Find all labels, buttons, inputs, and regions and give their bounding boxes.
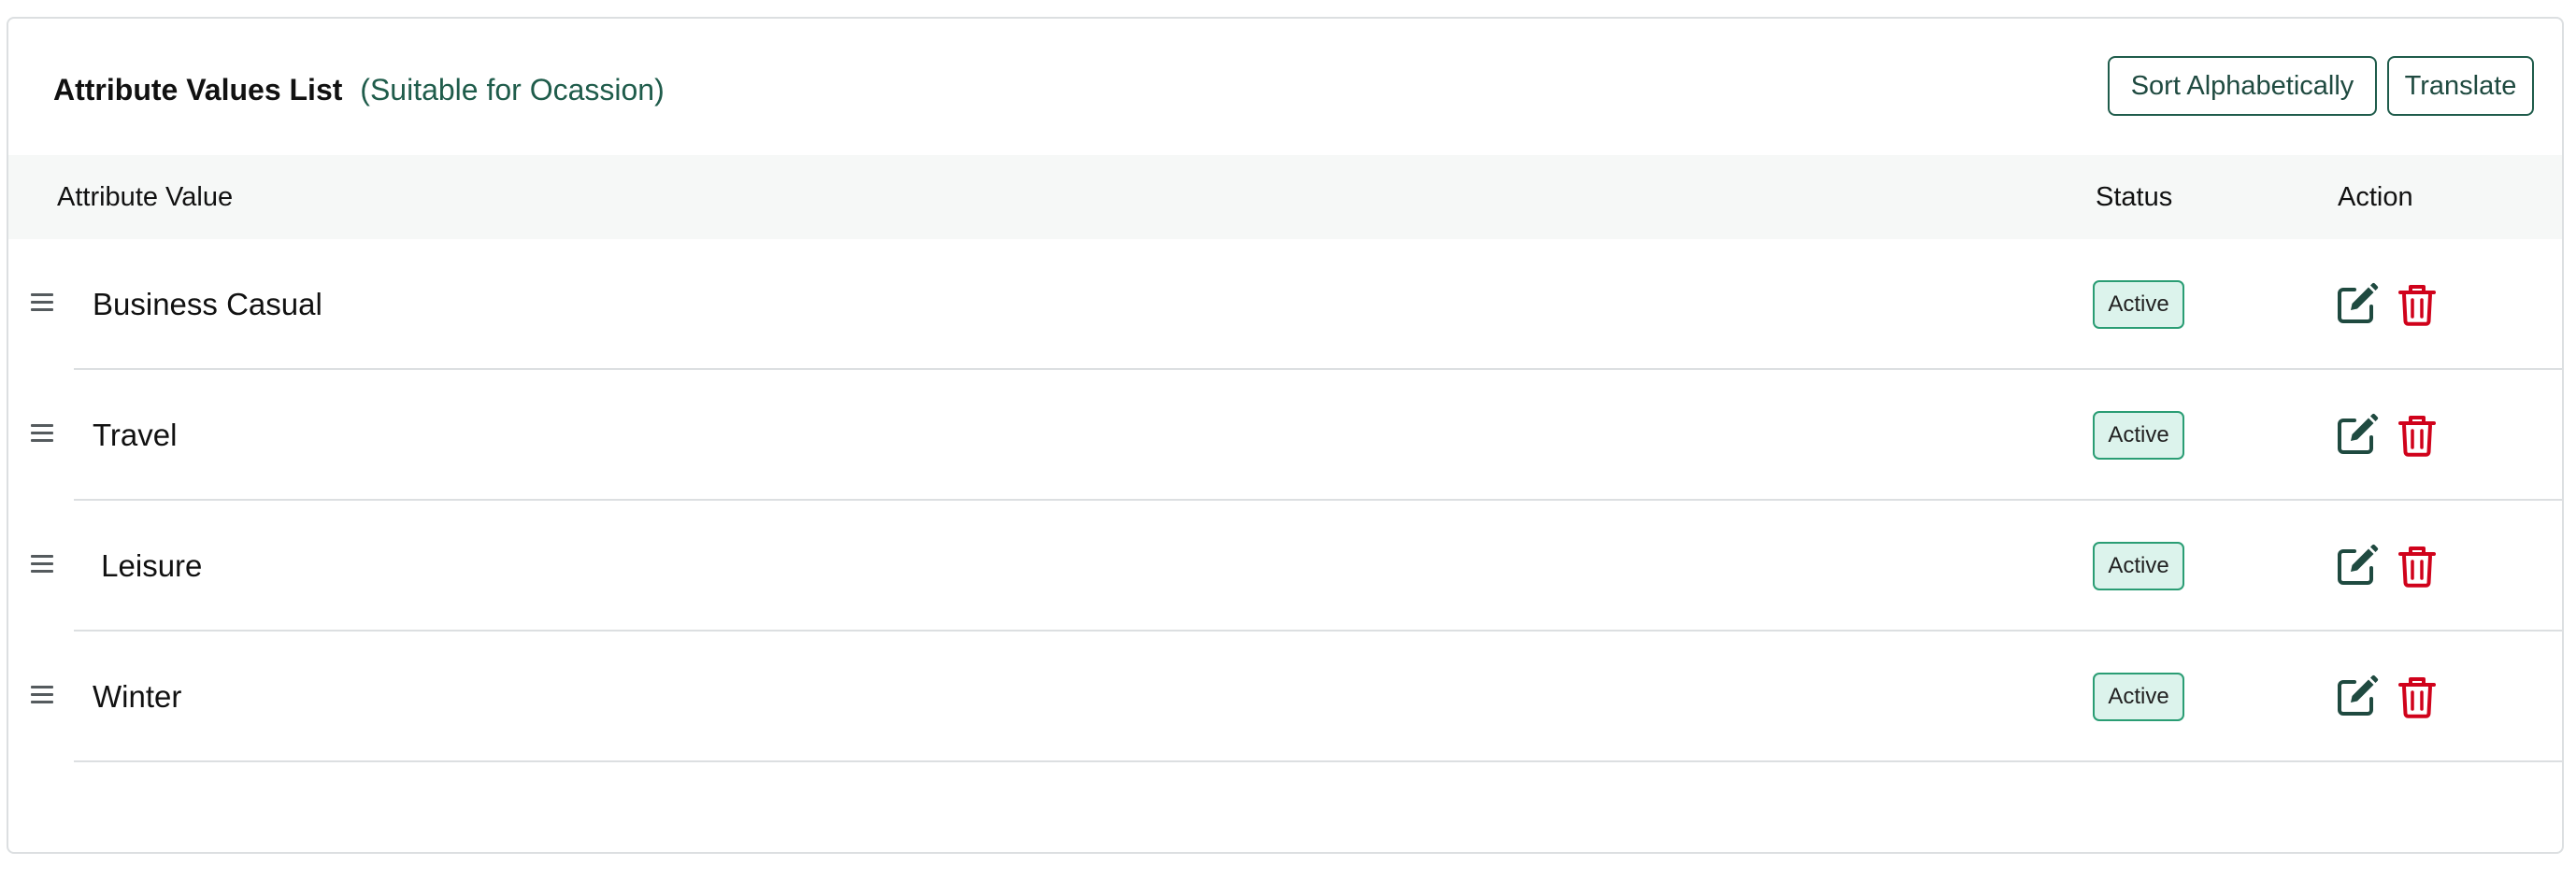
attribute-value-label: Leisure xyxy=(93,548,203,583)
table-row: Travel Active xyxy=(8,370,2562,501)
drag-handle-icon[interactable] xyxy=(31,555,53,575)
translate-button[interactable]: Translate xyxy=(2387,56,2534,116)
edit-icon[interactable] xyxy=(2334,544,2379,589)
column-header-action: Action xyxy=(2338,182,2413,212)
column-header-attribute-value: Attribute Value xyxy=(57,182,234,212)
column-header-status: Status xyxy=(2096,182,2173,212)
page-subtitle: (Suitable for Ocassion) xyxy=(360,73,665,106)
attribute-values-card: Attribute Values List (Suitable for Ocas… xyxy=(7,17,2564,854)
trash-icon[interactable] xyxy=(2395,413,2440,458)
status-badge: Active xyxy=(2093,280,2184,329)
table-row: Leisure Active xyxy=(8,501,2562,632)
sort-alphabetically-button[interactable]: Sort Alphabetically xyxy=(2108,56,2377,116)
table-header: Attribute Value Status Action xyxy=(8,155,2562,239)
card-title: Attribute Values List (Suitable for Ocas… xyxy=(53,71,665,108)
drag-handle-icon[interactable] xyxy=(31,424,53,445)
status-badge: Active xyxy=(2093,542,2184,590)
status-badge: Active xyxy=(2093,411,2184,460)
attribute-value-label: Travel xyxy=(93,418,178,452)
trash-icon[interactable] xyxy=(2395,544,2440,589)
trash-icon[interactable] xyxy=(2395,674,2440,719)
table-row: Business Casual Active xyxy=(8,239,2562,370)
drag-handle-icon[interactable] xyxy=(31,686,53,706)
trash-icon[interactable] xyxy=(2395,282,2440,327)
attribute-value-label: Business Casual xyxy=(93,287,322,321)
status-badge: Active xyxy=(2093,673,2184,721)
attribute-value-label: Winter xyxy=(93,679,182,714)
edit-icon[interactable] xyxy=(2334,413,2379,458)
card-header: Attribute Values List (Suitable for Ocas… xyxy=(8,19,2562,155)
edit-icon[interactable] xyxy=(2334,674,2379,719)
table-row: Winter Active xyxy=(8,632,2562,762)
row-divider xyxy=(74,760,2562,762)
page-title: Attribute Values List xyxy=(53,73,343,106)
drag-handle-icon[interactable] xyxy=(31,293,53,314)
edit-icon[interactable] xyxy=(2334,282,2379,327)
